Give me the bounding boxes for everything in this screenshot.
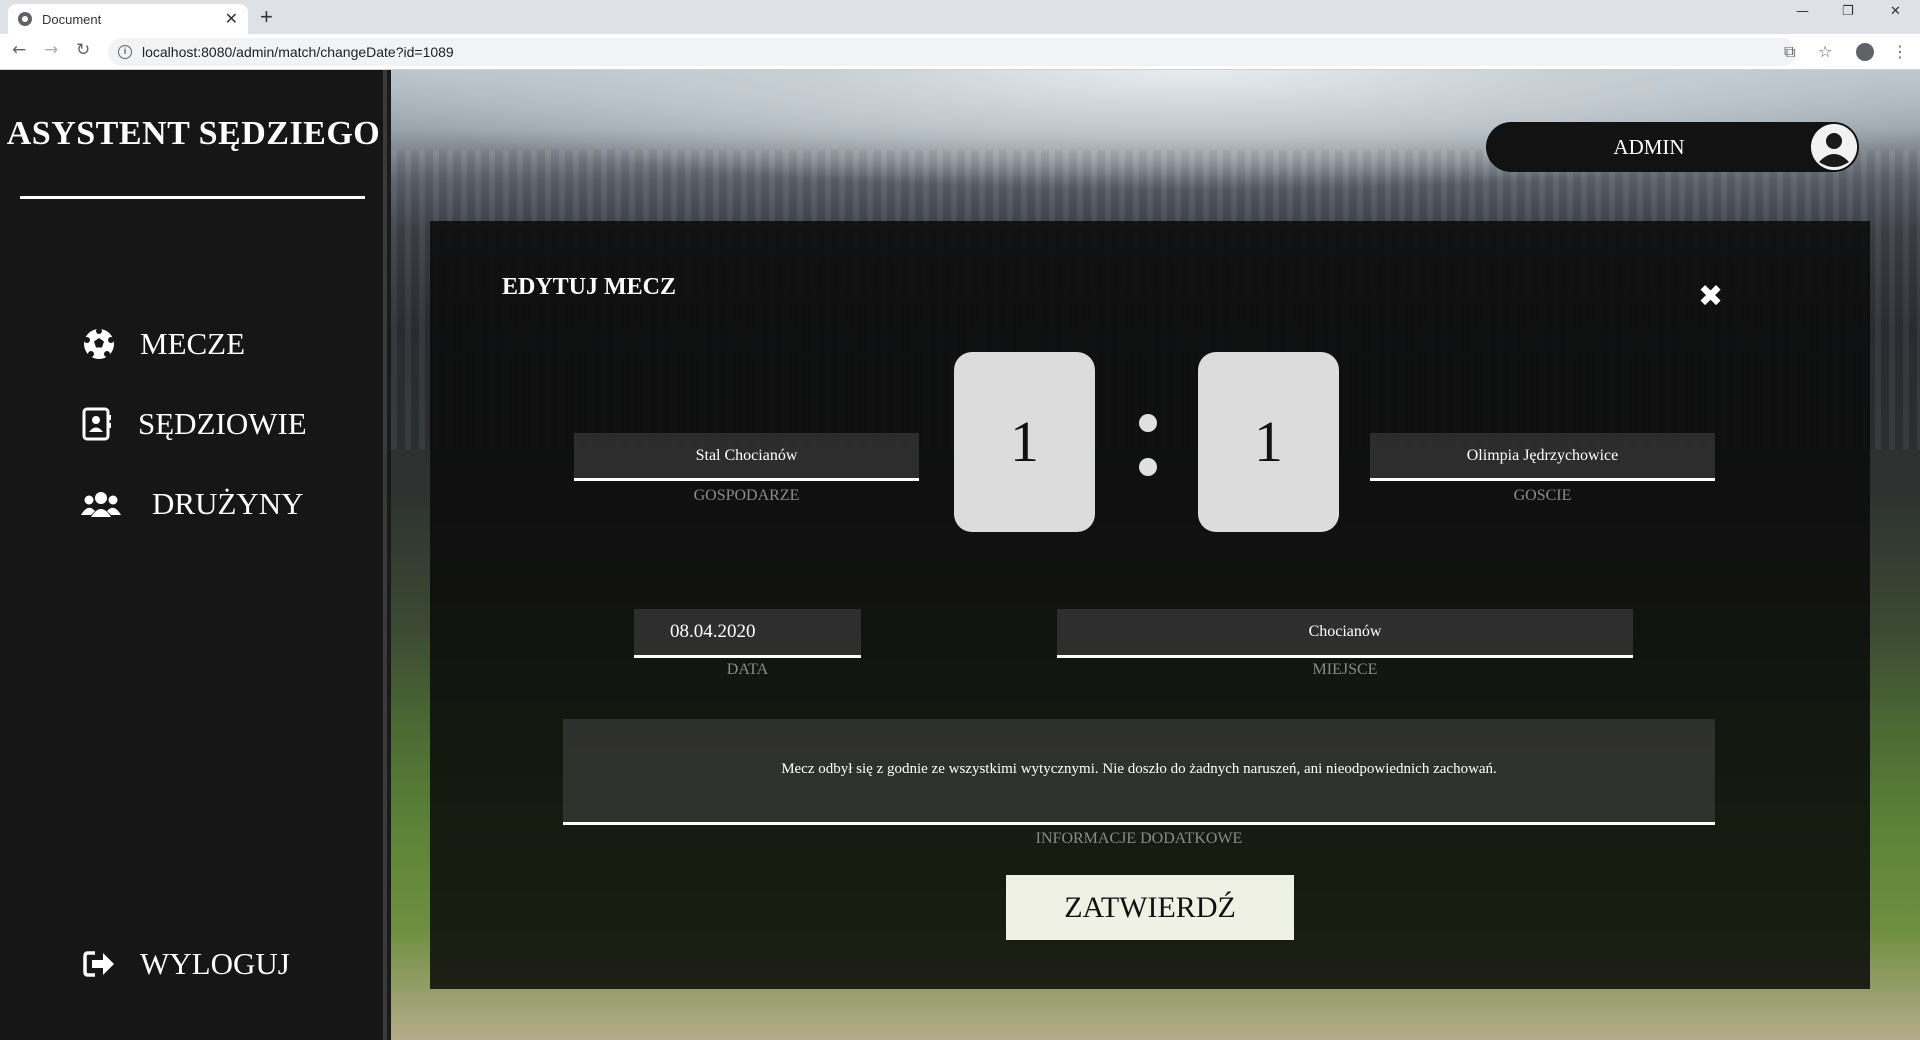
close-icon[interactable]: ✖ xyxy=(1698,279,1723,314)
soccer-ball-icon xyxy=(80,327,118,361)
back-icon[interactable]: ← xyxy=(12,40,26,60)
date-input[interactable]: 08.04.2020 xyxy=(634,609,861,658)
reload-icon[interactable]: ↻ xyxy=(76,40,90,60)
minimize-button[interactable]: — xyxy=(1796,4,1809,19)
sign-out-icon xyxy=(80,947,118,981)
tab-close-button[interactable]: ✕ xyxy=(225,9,238,29)
away-score-input[interactable]: 1 xyxy=(1198,352,1339,532)
home-score-input[interactable]: 1 xyxy=(954,352,1095,532)
window-close-button[interactable]: ✕ xyxy=(1890,4,1901,19)
place-label: MIEJSCE xyxy=(1312,661,1378,678)
browser-toolbar: ← → ↻ i localhost:8080/admin/match/chang… xyxy=(0,34,1920,70)
contact-card-icon xyxy=(78,407,116,441)
edit-match-panel: EDYTUJ MECZ ✖ Stal Chocianów GOSPODARZE … xyxy=(430,221,1870,989)
user-avatar-icon xyxy=(1811,124,1857,170)
score-separator-dot xyxy=(1139,458,1157,476)
forward-icon[interactable]: → xyxy=(44,40,58,60)
address-bar[interactable]: i localhost:8080/admin/match/changeDate?… xyxy=(108,38,1796,66)
sidebar: ASYSTENT SĘDZIEGO MECZE SĘDZIOWIE DRUŻYN… xyxy=(0,70,387,1040)
sidebar-item-label: MECZE xyxy=(140,326,246,361)
browser-tab[interactable]: Document ✕ xyxy=(8,4,248,34)
users-icon xyxy=(80,487,122,521)
score-separator-dot xyxy=(1139,414,1157,432)
restore-button[interactable]: ❐ xyxy=(1842,4,1854,19)
app-brand: ASYSTENT SĘDZIEGO xyxy=(6,115,381,152)
bookmark-star-icon[interactable]: ☆ xyxy=(1818,42,1832,61)
sidebar-item-sedziowie[interactable]: SĘDZIOWIE xyxy=(78,406,307,442)
logout-button[interactable]: WYLOGUJ xyxy=(80,946,290,982)
translate-icon[interactable]: ⧉ xyxy=(1784,42,1795,62)
new-tab-button[interactable]: + xyxy=(260,4,273,30)
sidebar-item-label: SĘDZIOWIE xyxy=(138,406,307,441)
sidebar-item-mecze[interactable]: MECZE xyxy=(80,326,245,362)
info-icon[interactable]: i xyxy=(118,45,132,59)
home-team-label: GOSPODARZE xyxy=(693,487,800,504)
sidebar-item-label: DRUŻYNY xyxy=(152,486,304,521)
logout-label: WYLOGUJ xyxy=(140,946,290,981)
panel-title: EDYTUJ MECZ xyxy=(502,274,677,300)
user-menu[interactable]: ADMIN xyxy=(1486,122,1859,172)
tab-title: Document xyxy=(42,11,102,27)
away-team-label: GOSCIE xyxy=(1513,487,1572,504)
menu-kebab-icon[interactable]: ⋮ xyxy=(1892,42,1908,61)
browser-tab-bar: Document ✕ + — ❐ ✕ xyxy=(0,0,1920,34)
additional-info-label: INFORMACJE DODATKOWE xyxy=(1035,830,1243,847)
home-team-field[interactable]: Stal Chocianów xyxy=(574,433,919,481)
date-label: DATA xyxy=(726,661,769,678)
additional-info-textarea[interactable]: Mecz odbył się z godnie ze wszystkimi wy… xyxy=(563,719,1715,825)
url-text: localhost:8080/admin/match/changeDate?id… xyxy=(142,44,454,60)
user-name: ADMIN xyxy=(1613,135,1685,159)
place-input[interactable]: Chocianów xyxy=(1057,609,1633,658)
away-team-field[interactable]: Olimpia Jędrzychowice xyxy=(1370,433,1715,481)
globe-icon xyxy=(18,12,32,26)
brand-divider xyxy=(20,196,365,199)
browser-profile-icon[interactable] xyxy=(1856,43,1874,61)
sidebar-item-druzyny[interactable]: DRUŻYNY xyxy=(80,486,304,522)
submit-button[interactable]: ZATWIERDŹ xyxy=(1006,875,1294,940)
